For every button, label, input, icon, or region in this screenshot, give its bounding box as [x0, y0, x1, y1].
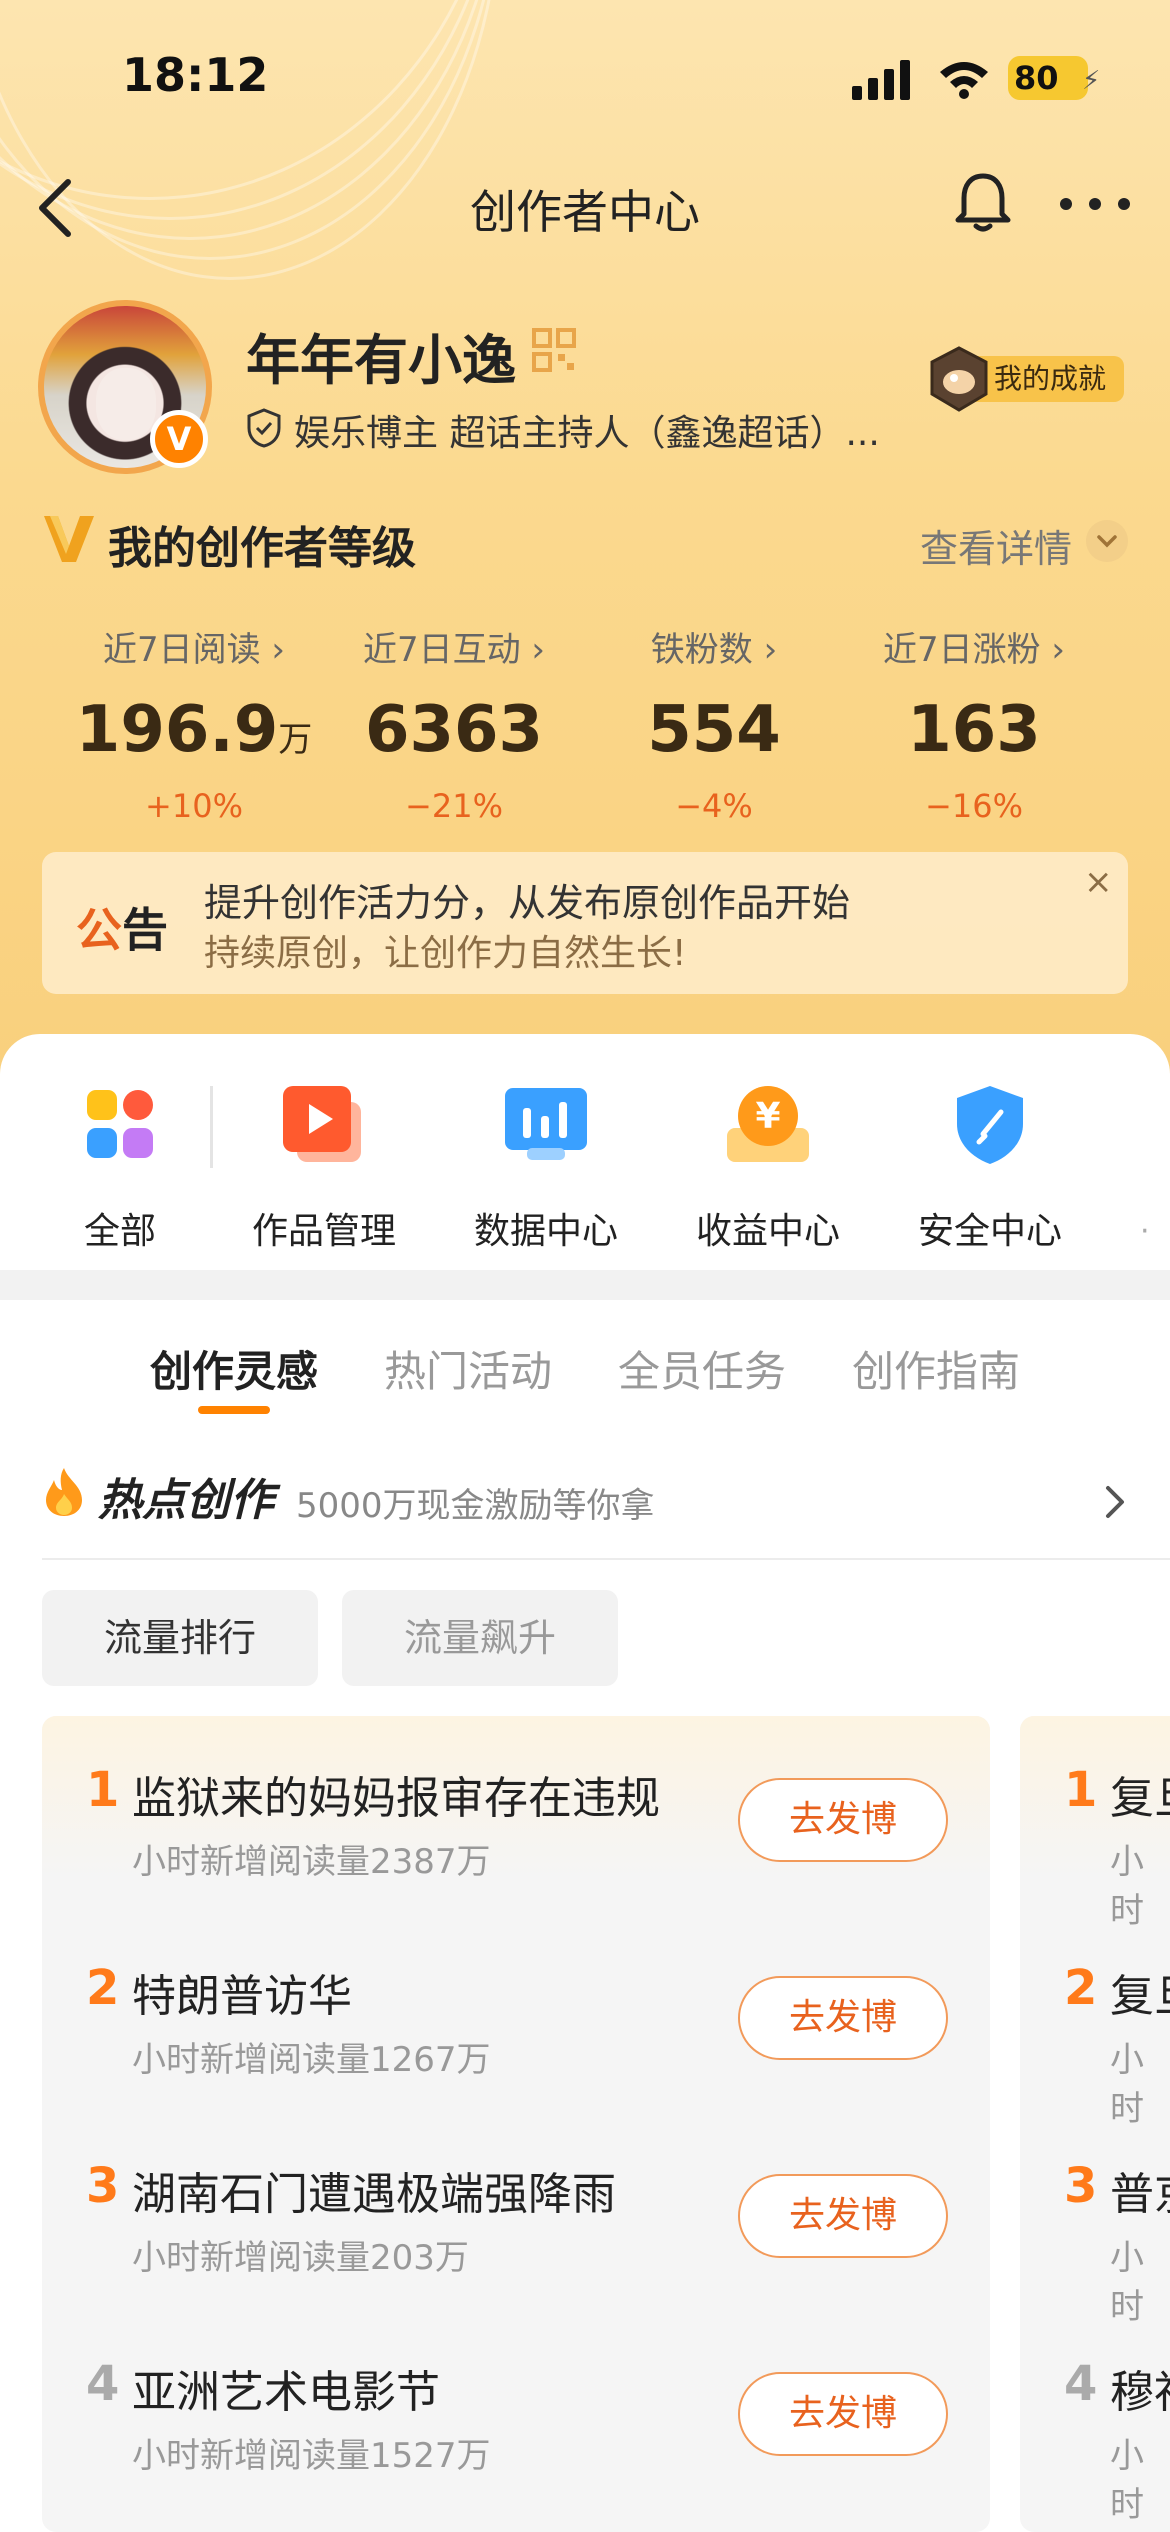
rank-number: 1: [1064, 1762, 1098, 1818]
rank-number: 4: [1064, 2356, 1098, 2412]
stat-new-fans[interactable]: 近7日涨粉 › 163 −16%: [844, 622, 1104, 825]
shortcut-all[interactable]: 全部: [20, 1082, 220, 1254]
section-gap: [0, 1270, 1170, 1300]
rank-number: 2: [1064, 1960, 1098, 2016]
shortcut-label: 作品管理: [251, 1211, 396, 1252]
stat-label: 铁粉数 ›: [650, 630, 778, 670]
tab-inspiration[interactable]: 创作灵感: [150, 1338, 318, 1399]
stat-value: 554: [647, 693, 781, 767]
topic-stat: 小时新增阅读量203万: [132, 2238, 469, 2278]
stat-unit: 万: [278, 720, 313, 760]
data-chart-icon: [505, 1088, 587, 1160]
divider: [42, 1558, 1170, 1560]
rank-number: 3: [86, 2158, 120, 2214]
chevron-right-icon[interactable]: [1104, 1484, 1126, 1520]
bell-icon[interactable]: [954, 170, 1012, 234]
topic-stat: 小时: [1110, 2436, 1144, 2525]
battery-indicator: 80: [1008, 56, 1088, 100]
tab-all-tasks[interactable]: 全员任务: [618, 1338, 786, 1399]
post-button[interactable]: 去发博: [738, 2174, 948, 2258]
topic-stat: 小时: [1110, 2040, 1144, 2129]
post-button[interactable]: 去发博: [738, 2372, 948, 2456]
stat-label: 近7日涨粉 ›: [882, 630, 1066, 670]
stat-value: 196.9万: [75, 693, 313, 767]
security-shield-icon: [957, 1086, 1023, 1164]
stat-change: +10%: [145, 787, 243, 825]
topic-title[interactable]: 亚洲艺术电影节: [132, 2356, 440, 2420]
topic-stat: 小时新增阅读量2387万: [132, 1842, 491, 1882]
filter-chip-traffic-rank[interactable]: 流量排行: [42, 1590, 318, 1686]
view-details-link[interactable]: 查看详情: [920, 518, 1072, 573]
stat-label: 近7日阅读 ›: [102, 630, 286, 670]
rank-number: 4: [86, 2356, 120, 2412]
post-button[interactable]: 去发博: [738, 1778, 948, 1862]
status-time: 18:12: [122, 48, 269, 102]
divider: [210, 1086, 213, 1168]
notice-subtitle: 持续原创，让创作力自然生长!: [204, 933, 687, 974]
stat-iron-fans[interactable]: 铁粉数 › 554 −4%: [584, 622, 844, 825]
close-icon[interactable]: ×: [1084, 862, 1113, 902]
achievement-button[interactable]: 我的成就: [928, 346, 1124, 412]
grid-apps-icon: [87, 1090, 153, 1158]
topic-stat: 小时新增阅读量1527万: [132, 2436, 491, 2476]
stat-change: −16%: [925, 787, 1023, 825]
shortcut-label: 安全中心: [917, 1211, 1062, 1252]
shortcut-revenue[interactable]: ¥ 收益中心: [668, 1082, 868, 1254]
stat-value: 163: [907, 693, 1041, 767]
wifi-icon: [940, 62, 988, 99]
verification-text: 娱乐博主 超话主持人（鑫逸超话）...: [294, 413, 880, 454]
rank-number: 3: [1064, 2158, 1098, 2214]
shield-icon: [247, 408, 281, 448]
topic-stat: 小时: [1110, 1842, 1144, 1931]
more-icon[interactable]: [1058, 196, 1132, 212]
topic-title[interactable]: 普京: [1110, 2158, 1170, 2222]
hot-section-subtitle: 5000万现金激励等你拿: [296, 1486, 655, 1526]
stat-reads[interactable]: 近7日阅读 › 196.9万 +10%: [64, 622, 324, 825]
chevron-down-icon[interactable]: [1086, 520, 1128, 562]
charging-icon: ⚡: [1082, 66, 1101, 96]
hot-section-title: 热点创作: [98, 1475, 274, 1526]
shortcut-security[interactable]: 安全中心: [890, 1082, 1090, 1254]
v-level-icon: [44, 516, 94, 562]
revenue-coin-icon: ¥: [727, 1086, 809, 1162]
cellular-signal-icon: [852, 60, 910, 100]
notice-tag: 公告: [76, 903, 168, 957]
filter-chip-traffic-surge[interactable]: 流量飙升: [342, 1590, 618, 1686]
rank-number: 1: [86, 1762, 120, 1818]
topic-title[interactable]: 复旦: [1110, 1762, 1170, 1826]
username: 年年有小逸: [246, 329, 516, 392]
shortcut-label: 收益中心: [695, 1211, 840, 1252]
shortcut-label: 数据中心: [473, 1211, 618, 1252]
level-title: 我的创作者等级: [108, 523, 416, 574]
topic-stat: 小时: [1110, 2238, 1144, 2327]
stat-value: 6363: [364, 693, 544, 767]
stat-interactions[interactable]: 近7日互动 › 6363 −21%: [324, 622, 584, 825]
topic-title[interactable]: 复旦: [1110, 1960, 1170, 2024]
topic-title[interactable]: 湖南石门遭遇极端强降雨: [132, 2158, 616, 2222]
topic-title[interactable]: 特朗普访华: [132, 1960, 352, 2024]
shortcut-works[interactable]: 作品管理: [224, 1082, 424, 1254]
verified-badge: V: [150, 410, 208, 468]
topic-title[interactable]: 穆祉: [1110, 2356, 1170, 2420]
flame-icon: [46, 1468, 82, 1516]
stat-change: −21%: [405, 787, 503, 825]
achievement-icon: [930, 346, 988, 412]
notice-title: 提升创作活力分，从发布原创作品开始: [204, 881, 851, 925]
qr-code-icon[interactable]: [532, 328, 576, 372]
shortcut-data[interactable]: 数据中心: [446, 1082, 646, 1254]
topic-title[interactable]: 监狱来的妈妈报审存在违规: [132, 1762, 660, 1826]
post-button[interactable]: 去发博: [738, 1976, 948, 2060]
tab-active-indicator: [198, 1406, 270, 1414]
tab-guide[interactable]: 创作指南: [852, 1338, 1020, 1399]
topic-stat: 小时新增阅读量1267万: [132, 2040, 491, 2080]
rank-number: 2: [86, 1960, 120, 2016]
scroll-hint: ·: [1140, 1214, 1150, 1249]
stat-label: 近7日互动 ›: [362, 630, 546, 670]
video-play-icon: [283, 1086, 361, 1162]
tab-hot-events[interactable]: 热门活动: [384, 1338, 552, 1399]
stat-change: −4%: [675, 787, 753, 825]
shortcut-label: 全部: [83, 1211, 156, 1252]
svg-text:¥: ¥: [755, 1096, 780, 1137]
